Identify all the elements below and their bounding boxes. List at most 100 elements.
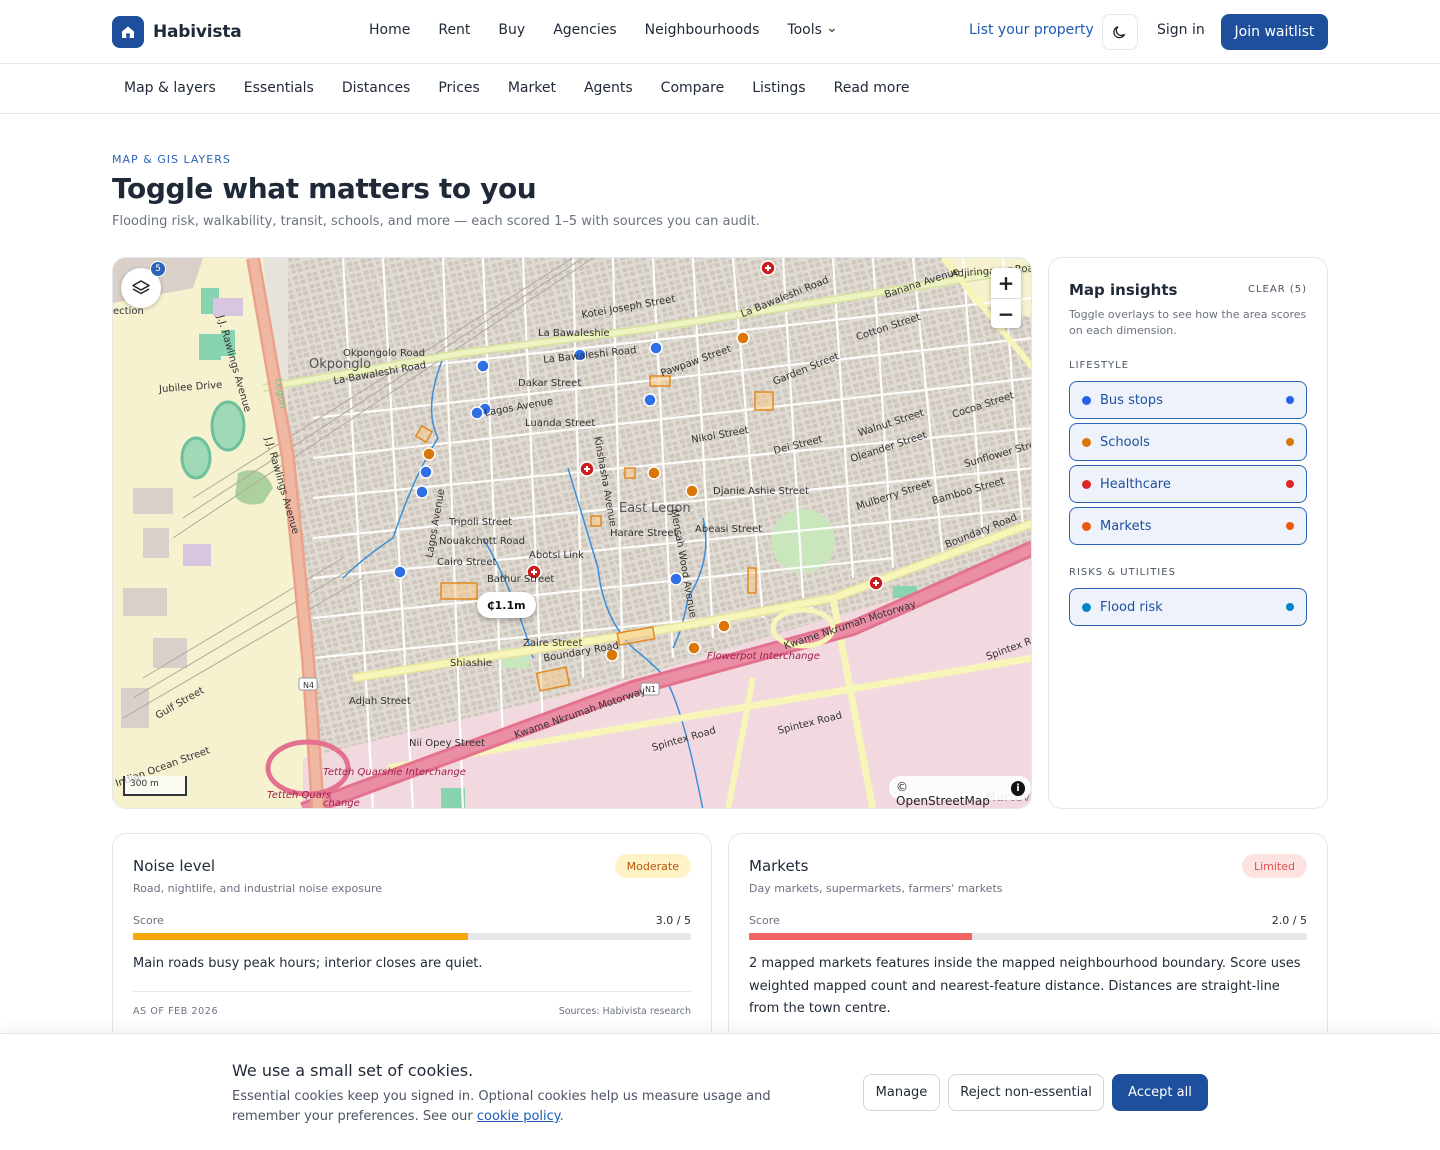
overlay-toggle-schools[interactable]: Schools xyxy=(1069,423,1307,461)
section-tab-prices[interactable]: Prices xyxy=(438,80,479,96)
main-nav: Home Rent Buy Agencies Neighbourhoods To… xyxy=(369,22,865,38)
zoom-in-button[interactable]: + xyxy=(991,268,1021,298)
overlay-label: Markets xyxy=(1100,518,1152,534)
brand-logo[interactable]: Habivista xyxy=(112,16,242,48)
insights-title: Map insights xyxy=(1069,281,1178,299)
map-label-adjah: Adjah Street xyxy=(349,696,411,707)
info-icon[interactable]: i xyxy=(1010,781,1025,796)
score-bar-fill xyxy=(133,933,468,940)
lifestyle-group-label: LIFESTYLE xyxy=(1069,360,1130,371)
overlay-label: Healthcare xyxy=(1100,476,1171,492)
active-indicator xyxy=(1286,396,1294,404)
card-subtitle: Day markets, supermarkets, farmers' mark… xyxy=(749,882,1003,895)
map-label-shiashie: Shiashie xyxy=(450,658,493,669)
as-of-date: AS OF FEB 2026 xyxy=(133,1006,219,1017)
layers-icon xyxy=(132,280,150,295)
nav-rent[interactable]: Rent xyxy=(438,22,470,38)
status-badge: Limited xyxy=(1241,854,1307,878)
divider xyxy=(133,991,691,992)
page-title: Toggle what matters to you xyxy=(112,172,537,205)
section-nav: Map & layers Essentials Distances Prices… xyxy=(0,64,1440,114)
home-icon xyxy=(112,16,144,48)
list-property-link[interactable]: List your property xyxy=(969,22,1094,38)
active-indicator xyxy=(1286,438,1294,446)
cookie-policy-link[interactable]: cookie policy xyxy=(477,1109,560,1124)
brand-name: Habivista xyxy=(153,22,242,42)
card-title: Markets xyxy=(749,857,809,875)
nav-tools-dropdown[interactable]: Tools xyxy=(787,22,837,38)
legend-dot xyxy=(1082,602,1091,612)
nav-agencies[interactable]: Agencies xyxy=(553,22,616,38)
nav-tools-label: Tools xyxy=(787,22,822,38)
card-title: Noise level xyxy=(133,857,216,875)
layers-count-badge: 5 xyxy=(150,261,166,277)
attribution-text[interactable]: © OpenStreetMap xyxy=(896,780,999,808)
sign-in-link[interactable]: Sign in xyxy=(1157,22,1205,38)
overlay-toggle-healthcare[interactable]: Healthcare xyxy=(1069,465,1307,503)
score-bar xyxy=(133,933,691,940)
overlay-toggle-bus-stops[interactable]: Bus stops xyxy=(1069,381,1307,419)
section-tab-compare[interactable]: Compare xyxy=(661,80,725,96)
top-navbar: Habivista Home Rent Buy Agencies Neighbo… xyxy=(0,0,1440,64)
section-tab-map-layers[interactable]: Map & layers xyxy=(124,80,216,96)
legend-dot xyxy=(1082,395,1091,405)
map-label-n1: N1 xyxy=(645,685,657,694)
card-subtitle: Road, nightlife, and industrial noise ex… xyxy=(133,882,383,895)
section-tab-market[interactable]: Market xyxy=(508,80,556,96)
clear-overlays-button[interactable]: CLEAR (5) xyxy=(1248,284,1307,295)
card-body: Main roads busy peak hours; interior clo… xyxy=(133,956,483,971)
active-indicator xyxy=(1286,522,1294,530)
map-label-okpongolo-road: Okpongolo Road xyxy=(343,348,426,359)
score-bar xyxy=(749,933,1307,940)
map-label-tetteh-2: Tetteh Quars xyxy=(267,790,332,801)
legend-dot xyxy=(1082,437,1091,447)
gis-map[interactable]: East Legon Okponglo La Bawaleshie Shiash… xyxy=(112,257,1032,809)
active-indicator xyxy=(1286,480,1294,488)
score-value: 2.0 / 5 xyxy=(1271,914,1307,927)
moon-icon xyxy=(1113,26,1126,39)
page-subtitle: Flooding risk, walkability, transit, sch… xyxy=(112,214,760,229)
nav-buy[interactable]: Buy xyxy=(498,22,525,38)
overlay-label: Schools xyxy=(1100,434,1150,450)
section-tab-listings[interactable]: Listings xyxy=(752,80,805,96)
map-label-abeasi: Abeasi Street xyxy=(695,524,763,535)
cookie-manage-button[interactable]: Manage xyxy=(863,1074,940,1111)
section-tab-essentials[interactable]: Essentials xyxy=(244,80,314,96)
risks-group-label: RISKS & UTILITIES xyxy=(1069,567,1176,578)
cookie-accept-button[interactable]: Accept all xyxy=(1112,1074,1208,1111)
map-label-harare: Harare Street xyxy=(610,528,678,539)
cookie-title: We use a small set of cookies. xyxy=(232,1061,474,1080)
nav-neighbourhoods[interactable]: Neighbourhoods xyxy=(645,22,760,38)
join-waitlist-button[interactable]: Join waitlist xyxy=(1221,14,1328,50)
map-label-bathur: Bathur Street xyxy=(487,574,555,585)
overlay-toggle-markets[interactable]: Markets xyxy=(1069,507,1307,545)
theme-toggle-button[interactable] xyxy=(1102,14,1138,50)
cookie-body: Essential cookies keep you signed in. Op… xyxy=(232,1087,822,1127)
section-tab-read-more[interactable]: Read more xyxy=(834,80,910,96)
sources-link[interactable]: Sources: Habivista research xyxy=(559,1006,691,1017)
map-label-zaire: Zaire Street xyxy=(523,638,583,649)
score-value: 3.0 / 5 xyxy=(655,914,691,927)
map-label-djanie: Djanie Ashie Street xyxy=(713,486,809,497)
map-label-flowerpot: Flowerpot Interchange xyxy=(707,651,820,662)
map-label-tripoli: Tripoli Street xyxy=(449,517,513,528)
map-tiles xyxy=(113,258,1031,808)
card-body: 2 mapped markets features inside the map… xyxy=(749,956,1301,1016)
status-badge: Moderate xyxy=(614,854,691,878)
listing-price-pin[interactable]: ₵1.1m xyxy=(477,592,536,618)
map-attribution: © OpenStreetMap i xyxy=(889,776,1031,808)
section-tab-distances[interactable]: Distances xyxy=(342,80,411,96)
overlay-toggle-flood-risk[interactable]: Flood risk xyxy=(1069,588,1307,626)
nav-home[interactable]: Home xyxy=(369,22,410,38)
legend-dot xyxy=(1082,521,1091,531)
map-label-abotsi: Abotsi Link xyxy=(529,550,584,561)
cookie-reject-button[interactable]: Reject non-essential xyxy=(948,1074,1104,1111)
map-label-n4: N4 xyxy=(303,681,315,690)
cookie-banner: We use a small set of cookies. Essential… xyxy=(0,1033,1440,1150)
zoom-control: + − xyxy=(991,268,1021,328)
score-label: Score xyxy=(133,914,164,927)
section-tab-agents[interactable]: Agents xyxy=(584,80,633,96)
zoom-out-button[interactable]: − xyxy=(991,298,1021,328)
map-label-tetteh-3: change xyxy=(323,798,360,809)
overlay-label: Bus stops xyxy=(1100,392,1163,408)
